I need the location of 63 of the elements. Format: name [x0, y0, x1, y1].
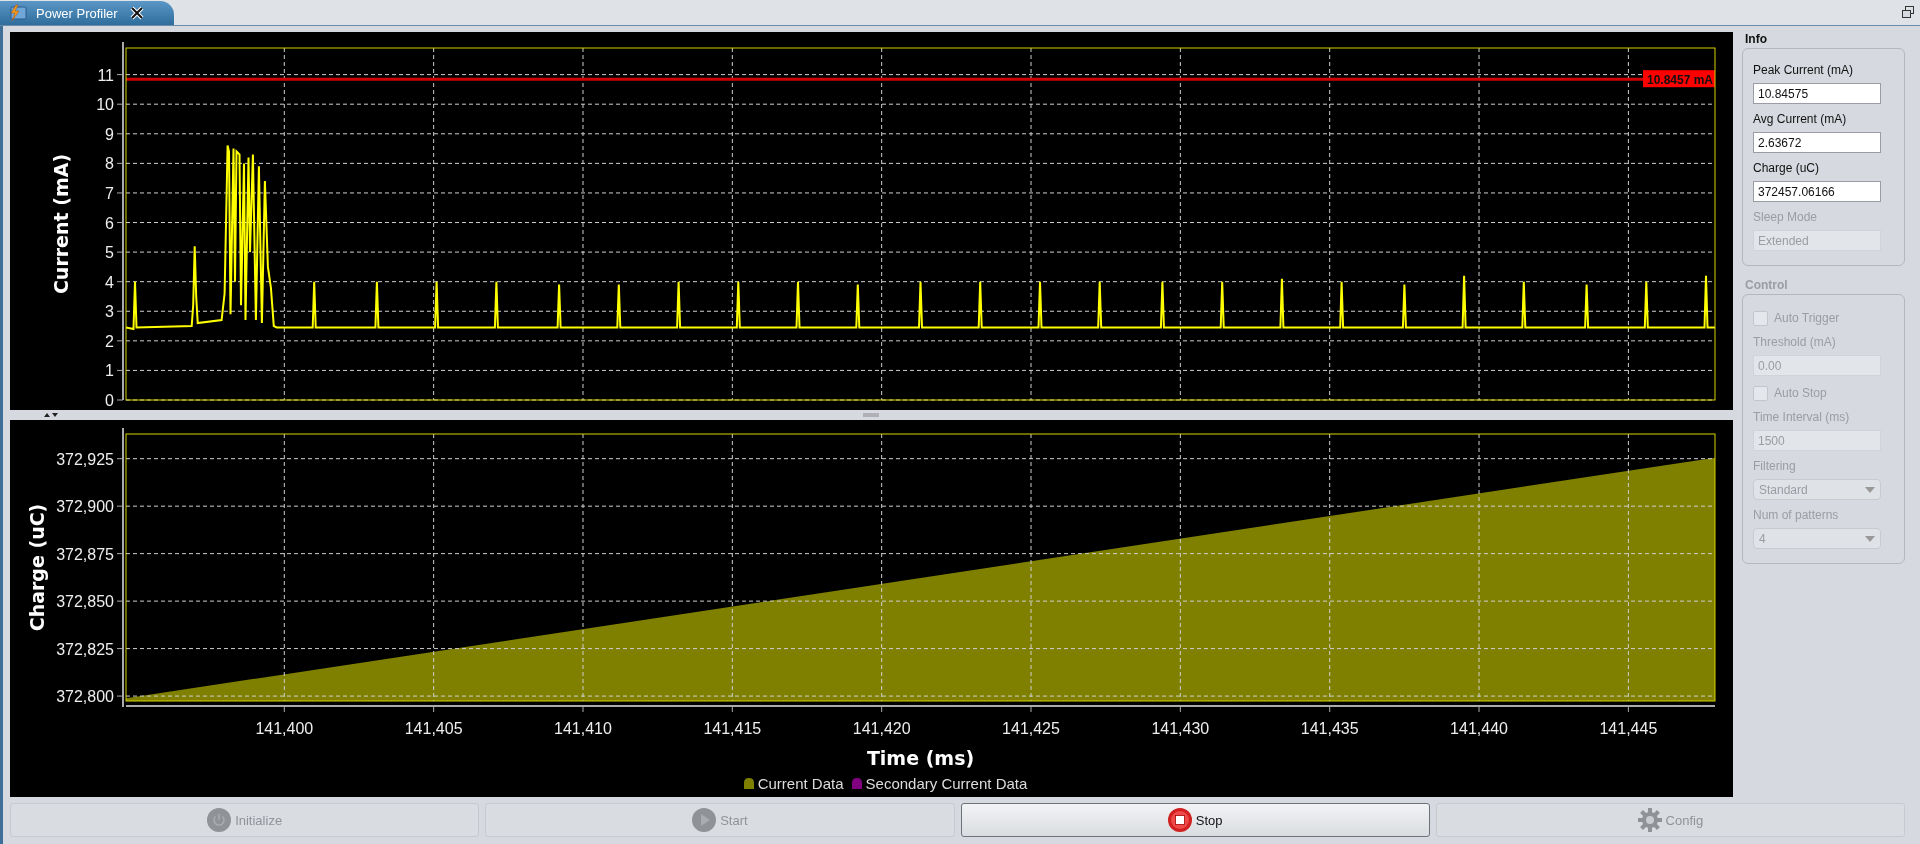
y-tick-label: 5: [105, 244, 114, 262]
field-label: Filtering: [1753, 459, 1797, 473]
x-tick-label: 141,430: [1151, 720, 1210, 737]
y-tick-label: 11: [97, 66, 114, 84]
power-icon: [207, 808, 232, 832]
tab[interactable]: Power Profiler: [0, 1, 174, 25]
field-label: Sleep Mode: [1753, 210, 1819, 224]
y-tick-label: 8: [105, 155, 114, 173]
splitter-arrows-icon[interactable]: [43, 411, 59, 419]
y-axis-title: Charge (uC): [26, 503, 48, 632]
field-label: Threshold (mA): [1753, 335, 1837, 349]
x-tick-label: 141,435: [1300, 720, 1359, 737]
y-tick-label: 0: [105, 392, 114, 409]
y-tick-label: 2: [105, 332, 114, 350]
y-axis-title: Current (mA): [50, 153, 72, 295]
checkbox-label: Auto Stop: [1774, 386, 1827, 400]
text-field[interactable]: 372457.06166: [1753, 181, 1881, 202]
legend-label: Secondary Current Data: [865, 775, 1028, 792]
caret-icon: [1865, 486, 1875, 493]
close-icon[interactable]: [129, 6, 144, 20]
field-label: Avg Current (mA): [1753, 112, 1848, 126]
y-tick-label: 9: [105, 125, 114, 143]
peak-value-label: 10.8457 mA: [1643, 70, 1715, 88]
y-tick-label: 1: [105, 362, 114, 380]
x-tick-label: 141,405: [404, 720, 463, 737]
legend-marker-icon: [743, 778, 754, 789]
y-tick-label: 4: [105, 273, 114, 291]
y-tick-label: 372,875: [56, 545, 114, 563]
field-label: Peak Current (mA): [1753, 63, 1855, 77]
x-tick-label: 141,425: [1002, 720, 1060, 737]
field-label: Num of patterns: [1753, 508, 1840, 522]
x-tick-label: 141,440: [1450, 720, 1508, 737]
checkbox-label: Auto Trigger: [1774, 311, 1840, 325]
text-field[interactable]: 2.63672: [1753, 132, 1881, 153]
y-tick-label: 372,850: [56, 593, 114, 611]
field-label: Time Interval (ms): [1753, 410, 1851, 424]
toolbar-button[interactable]: Stop: [960, 803, 1430, 837]
group-title: Info: [1744, 32, 1768, 48]
x-axis-title: Time (ms): [866, 747, 975, 769]
app-icon: [8, 4, 28, 22]
splitter-grip-icon[interactable]: [863, 413, 879, 417]
y-tick-label: 372,900: [56, 498, 114, 516]
x-tick-label: 141,415: [703, 720, 762, 737]
stop-icon: [1167, 808, 1192, 832]
y-tick-label: 6: [105, 214, 114, 232]
x-tick-label: 141,445: [1599, 720, 1658, 737]
field-label: Charge (uC): [1753, 161, 1821, 175]
x-tick-label: 141,400: [255, 720, 314, 737]
y-tick-label: 3: [105, 303, 114, 321]
legend-label: Current Data: [757, 775, 844, 792]
play-icon: [692, 808, 717, 832]
restore-icon[interactable]: [1902, 6, 1914, 18]
x-tick-label: 141,420: [852, 720, 911, 737]
caret-icon: [1865, 535, 1875, 542]
group-title: Control: [1744, 278, 1789, 294]
y-tick-label: 372,800: [56, 688, 114, 706]
y-tick-label: 10: [96, 96, 114, 114]
y-tick-label: 7: [105, 184, 114, 202]
legend-marker-icon: [851, 778, 862, 789]
y-tick-label: 372,825: [56, 640, 114, 658]
y-tick-label: 372,925: [56, 450, 114, 468]
text-field[interactable]: 10.84575: [1753, 83, 1881, 104]
x-tick-label: 141,410: [554, 720, 612, 737]
